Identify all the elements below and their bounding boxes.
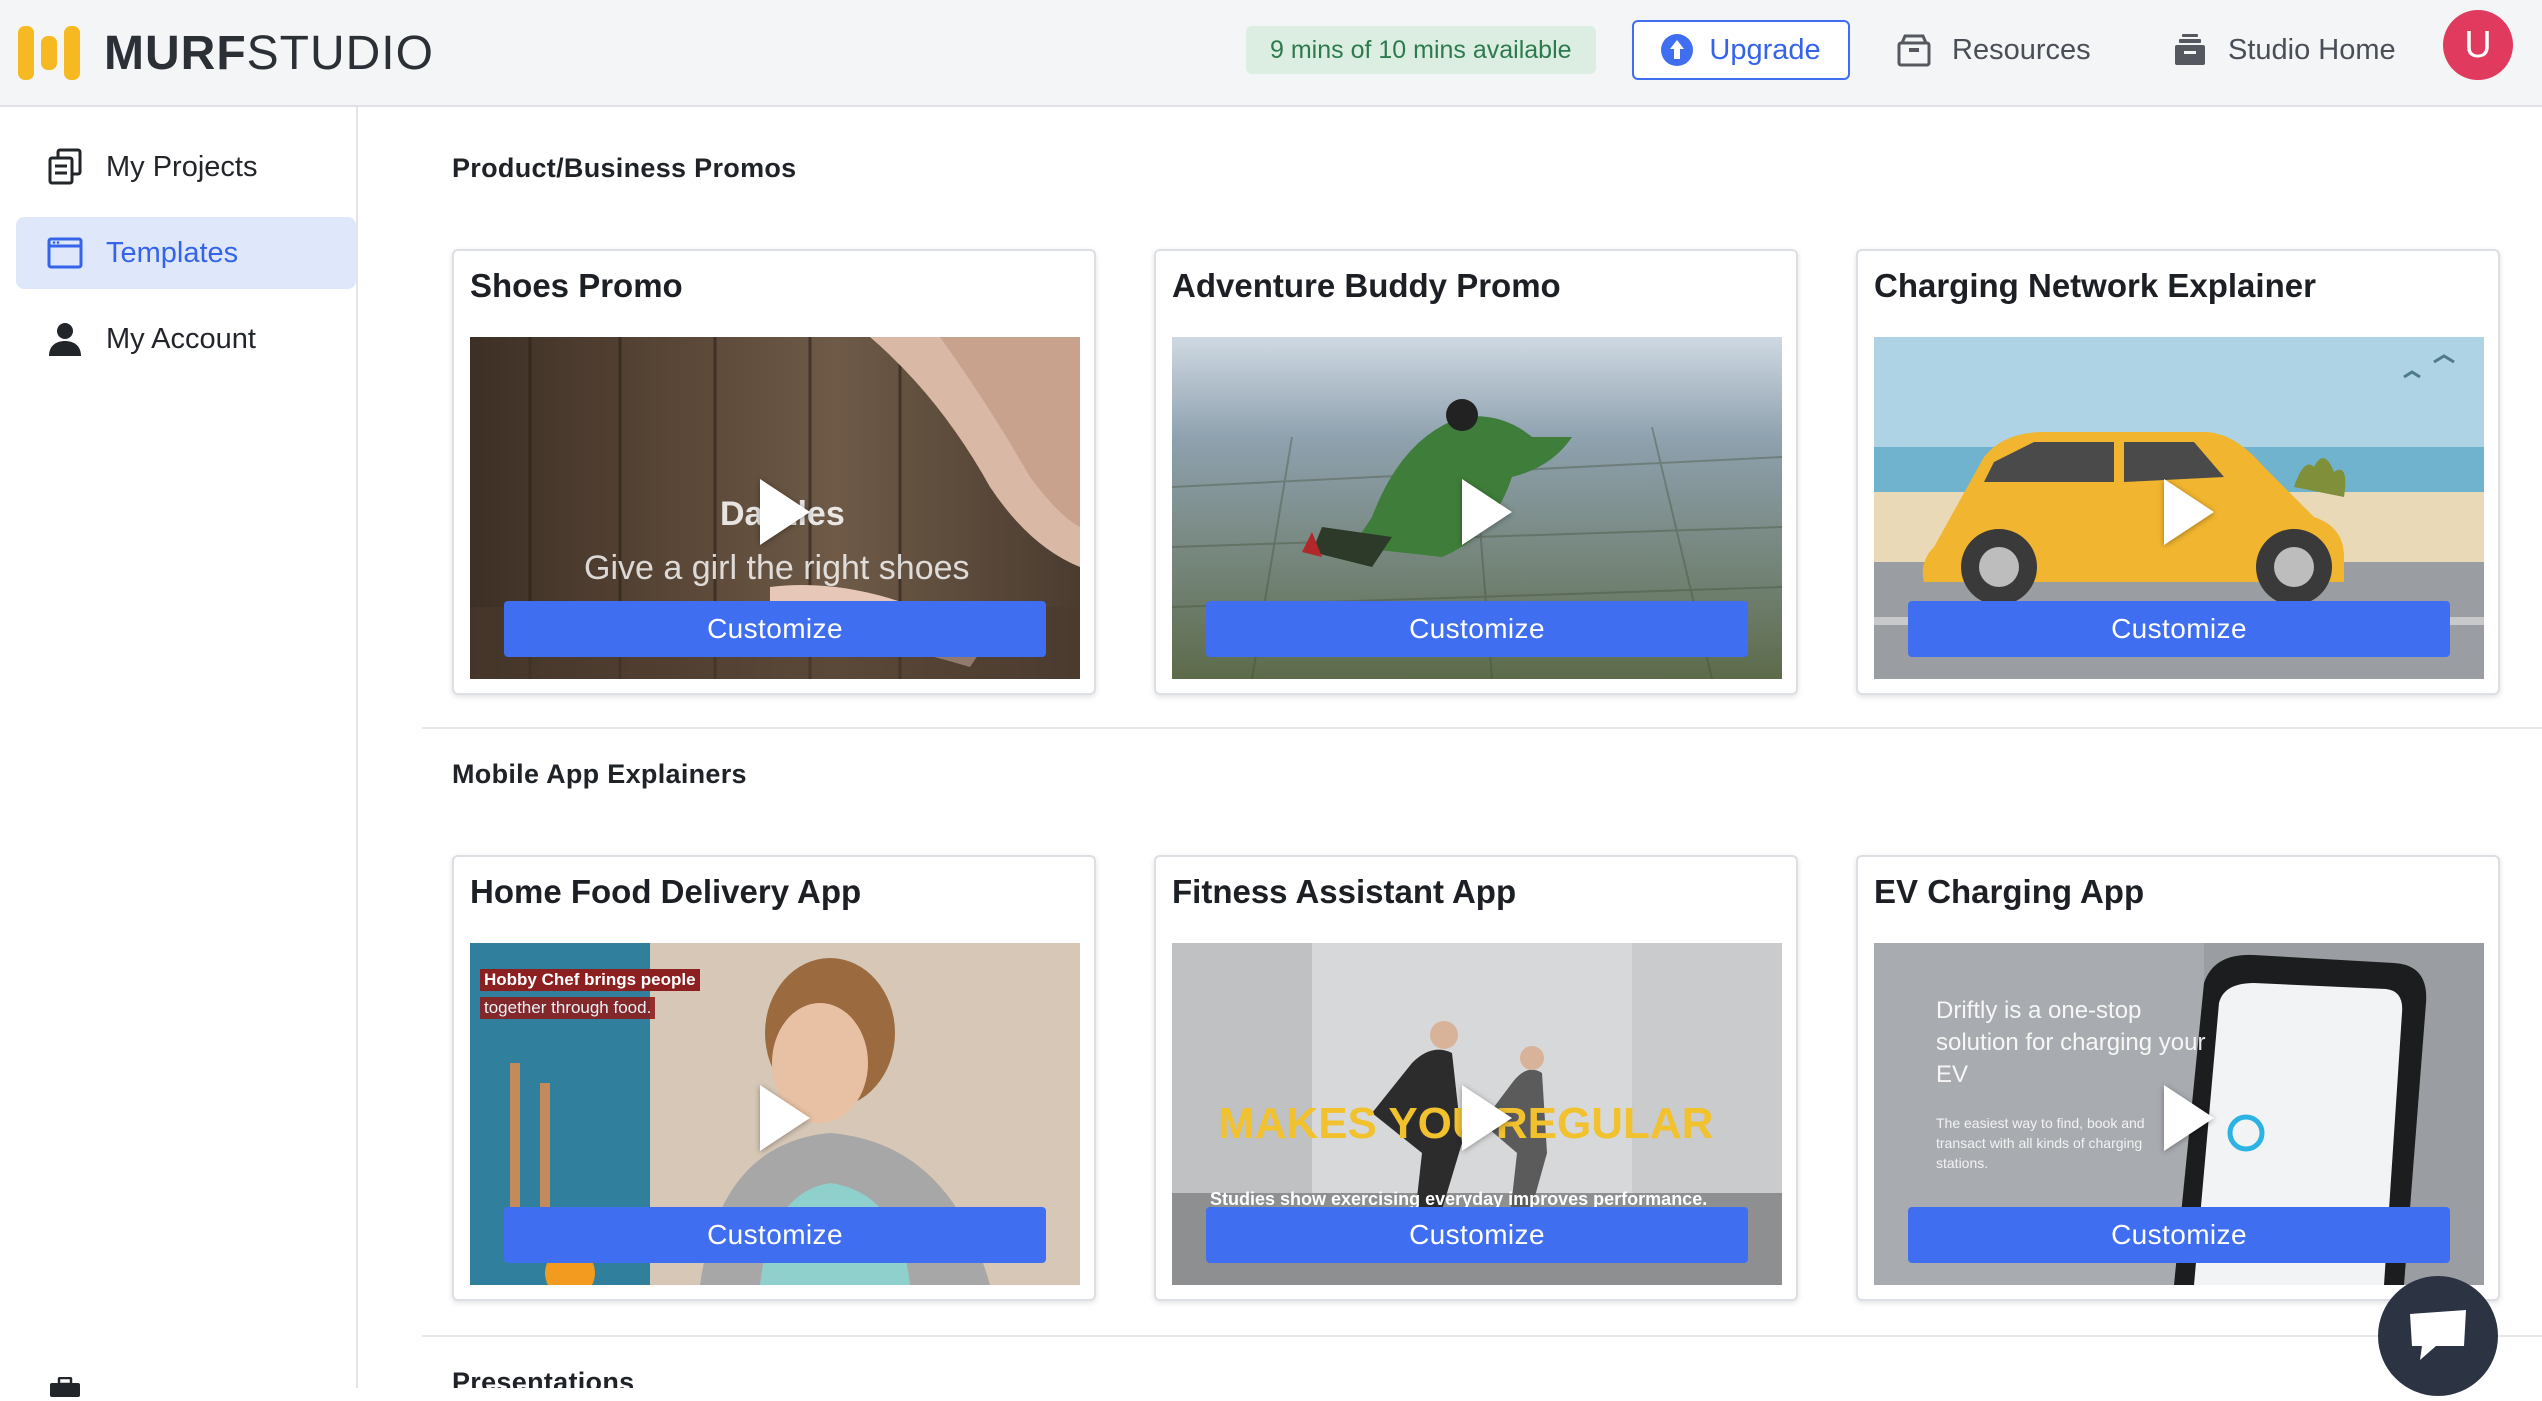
resources-label: Resources	[1952, 33, 2091, 66]
card-title: Adventure Buddy Promo	[1172, 267, 1561, 304]
studio-home-link[interactable]: Studio Home	[2172, 26, 2396, 74]
sidebar: My Projects Templates My Account	[0, 107, 358, 1397]
projects-icon	[48, 148, 82, 185]
card-title: EV Charging App	[1874, 873, 2145, 910]
logo-wordmark: MURFSTUDIO	[104, 26, 434, 80]
section-divider	[422, 727, 2542, 729]
play-icon[interactable]	[760, 1085, 810, 1151]
sidebar-item-templates[interactable]: Templates	[16, 217, 356, 289]
template-card-charging-network-explainer[interactable]: Charging Network Explainer Customize	[1856, 249, 2500, 695]
template-card-home-food-delivery-app[interactable]: Home Food Delivery App Hobby Chef brings…	[452, 855, 1096, 1301]
customize-button[interactable]: Customize	[1908, 601, 2450, 657]
minutes-available-badge: 9 mins of 10 mins available	[1246, 26, 1596, 74]
thumbnail-caption-subtitle: The easiest way to find, book and transa…	[1936, 1115, 2145, 1171]
resources-link[interactable]: Resources	[1896, 26, 2091, 74]
customize-button[interactable]: Customize	[504, 1207, 1046, 1263]
upgrade-button[interactable]: Upgrade	[1632, 20, 1850, 80]
customize-button[interactable]: Customize	[504, 601, 1046, 657]
studio-home-icon	[2175, 34, 2205, 65]
chat-support-button[interactable]	[2378, 1276, 2498, 1396]
template-card-shoes-promo[interactable]: Shoes Promo Dazzles Give a girl the righ…	[452, 249, 1096, 695]
section-divider	[422, 1335, 2542, 1337]
card-title: Shoes Promo	[470, 267, 683, 304]
upgrade-label: Upgrade	[1709, 33, 1821, 66]
section-title: Mobile App Explainers	[452, 759, 747, 789]
template-card-fitness-assistant-app[interactable]: Fitness Assistant App MAKES YOU REGULAR …	[1154, 855, 1798, 1301]
templates-main: Product/Business Promos Shoes Promo Dazz…	[360, 107, 2542, 1388]
sidebar-item-label: My Projects	[106, 150, 258, 183]
thumbnail-caption-title: Hobby Chef brings people	[480, 969, 700, 991]
top-header: MURFSTUDIO 9 mins of 10 mins available U…	[0, 0, 2542, 107]
customize-button[interactable]: Customize	[1206, 601, 1748, 657]
template-thumbnail[interactable]: Driftly is a one-stop solution for charg…	[1874, 943, 2484, 1285]
template-card-ev-charging-app[interactable]: EV Charging App Driftly is a one-stop so…	[1856, 855, 2500, 1301]
sidebar-item-my-account[interactable]: My Account	[16, 303, 356, 375]
thumbnail-caption-subtitle: Give a girl the right shoes	[584, 549, 970, 587]
play-icon[interactable]	[2164, 1085, 2214, 1151]
sidebar-item-label: My Account	[106, 322, 256, 355]
card-title: Home Food Delivery App	[470, 873, 862, 910]
murf-studio-logo[interactable]: MURFSTUDIO	[18, 22, 434, 84]
chat-icon	[2410, 1310, 2466, 1360]
customize-button[interactable]: Customize	[1908, 1207, 2450, 1263]
section-title: Presentations	[452, 1367, 635, 1388]
play-icon[interactable]	[1462, 1085, 1512, 1151]
customize-button[interactable]: Customize	[1206, 1207, 1748, 1263]
murf-logo-icon	[18, 22, 80, 84]
sidebar-item-my-projects[interactable]: My Projects	[16, 131, 356, 203]
resources-box-icon	[1897, 34, 1931, 67]
briefcase-icon[interactable]	[48, 1377, 82, 1397]
thumbnail-caption-subtitle: together through food.	[480, 997, 656, 1019]
arrow-up-circle-icon	[1661, 34, 1694, 66]
sidebar-item-label: Templates	[106, 236, 239, 269]
play-icon[interactable]	[1462, 479, 1512, 545]
section-title: Product/Business Promos	[452, 153, 797, 183]
card-title: Charging Network Explainer	[1874, 267, 2316, 304]
template-thumbnail[interactable]: Customize	[1874, 337, 2484, 679]
card-title: Fitness Assistant App	[1172, 873, 1517, 910]
template-thumbnail[interactable]: MAKES YOU REGULAR Studies show exercisin…	[1172, 943, 1782, 1285]
thumbnail-caption-title: Driftly is a one-stop solution for charg…	[1936, 997, 2206, 1088]
templates-icon	[47, 237, 83, 269]
template-thumbnail[interactable]: Dazzles Give a girl the right shoes Cust…	[470, 337, 1080, 679]
studio-home-label: Studio Home	[2228, 33, 2396, 66]
template-thumbnail[interactable]: Customize	[1172, 337, 1782, 679]
play-icon[interactable]	[760, 479, 810, 545]
template-card-adventure-buddy-promo[interactable]: Adventure Buddy Promo Customize	[1154, 249, 1798, 695]
template-thumbnail[interactable]: Hobby Chef brings people together throug…	[470, 943, 1080, 1285]
user-avatar[interactable]: U	[2443, 10, 2513, 80]
play-icon[interactable]	[2164, 479, 2214, 545]
person-icon	[49, 323, 81, 356]
